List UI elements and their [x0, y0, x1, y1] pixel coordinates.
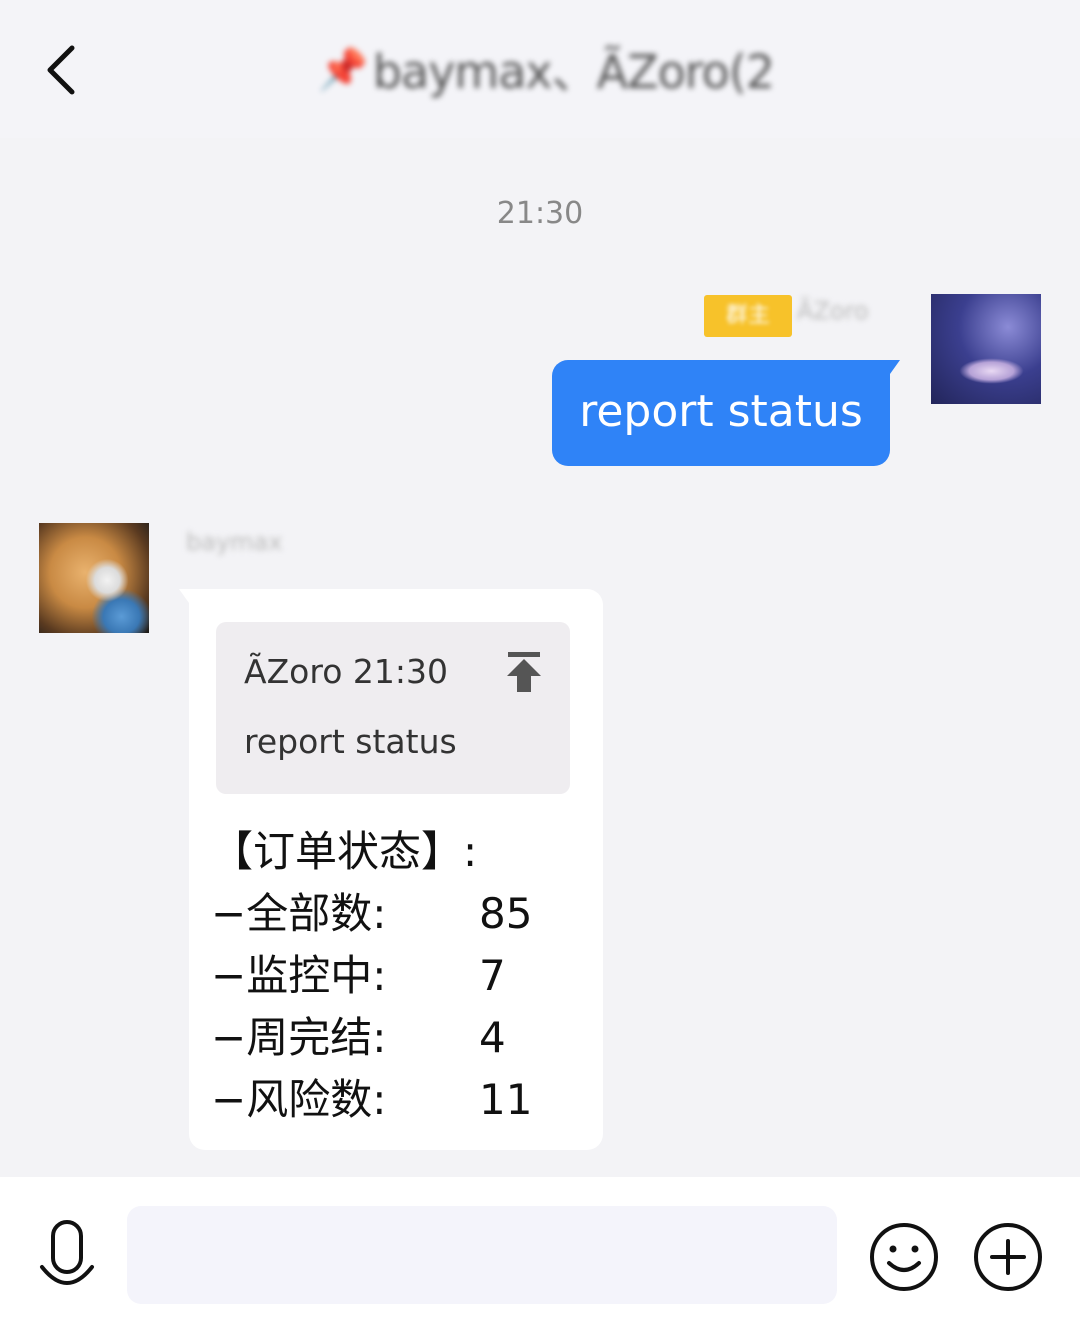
chevron-left-icon [47, 45, 75, 95]
pin-icon: 📌 [318, 46, 368, 93]
outgoing-message-text: report status [579, 385, 863, 437]
status-row-risk: −风险数: 11 [211, 1075, 533, 1124]
quoted-message[interactable]: ÃZoro 21:30 report status [216, 622, 570, 794]
chat-header: 📌 baymax、ÃZoro(2) [0, 0, 1080, 138]
avatar-me[interactable] [931, 294, 1041, 404]
input-bar [0, 1177, 1080, 1333]
scroll-to-top-icon[interactable] [504, 650, 544, 694]
status-row-total: −全部数: 85 [211, 889, 533, 938]
message-input[interactable] [127, 1206, 837, 1304]
microphone-icon[interactable] [36, 1219, 98, 1297]
chat-title-text: baymax、ÃZoro(2) [372, 45, 774, 99]
owner-badge: 群主 [704, 295, 792, 337]
outgoing-message-bubble[interactable]: report status [552, 360, 900, 466]
sender-name-me: ÃZoro [797, 297, 869, 325]
status-row-monitoring: −监控中: 7 [211, 951, 506, 1000]
message-timestamp: 21:30 [496, 196, 584, 231]
smiley-icon[interactable] [868, 1221, 940, 1293]
order-status-title: 【订单状态】: [211, 827, 478, 876]
chat-title[interactable]: 📌 baymax、ÃZoro(2) [318, 36, 774, 102]
quoted-message-header: ÃZoro 21:30 [244, 652, 448, 691]
quoted-message-text: report status [244, 722, 457, 761]
status-row-weekly-done: −周完结: 4 [211, 1013, 506, 1062]
plus-circle-icon[interactable] [972, 1221, 1044, 1293]
incoming-message-bubble[interactable]: ÃZoro 21:30 report status 【订单状态】: −全部数: … [179, 589, 603, 1150]
sender-name-baymax: baymax [186, 528, 283, 556]
back-button[interactable] [30, 36, 94, 104]
order-status-text: 【订单状态】: −全部数: 85 −监控中: 7 −周完结: 4 −风险数: 1… [211, 821, 532, 1131]
avatar-baymax[interactable] [39, 523, 149, 633]
